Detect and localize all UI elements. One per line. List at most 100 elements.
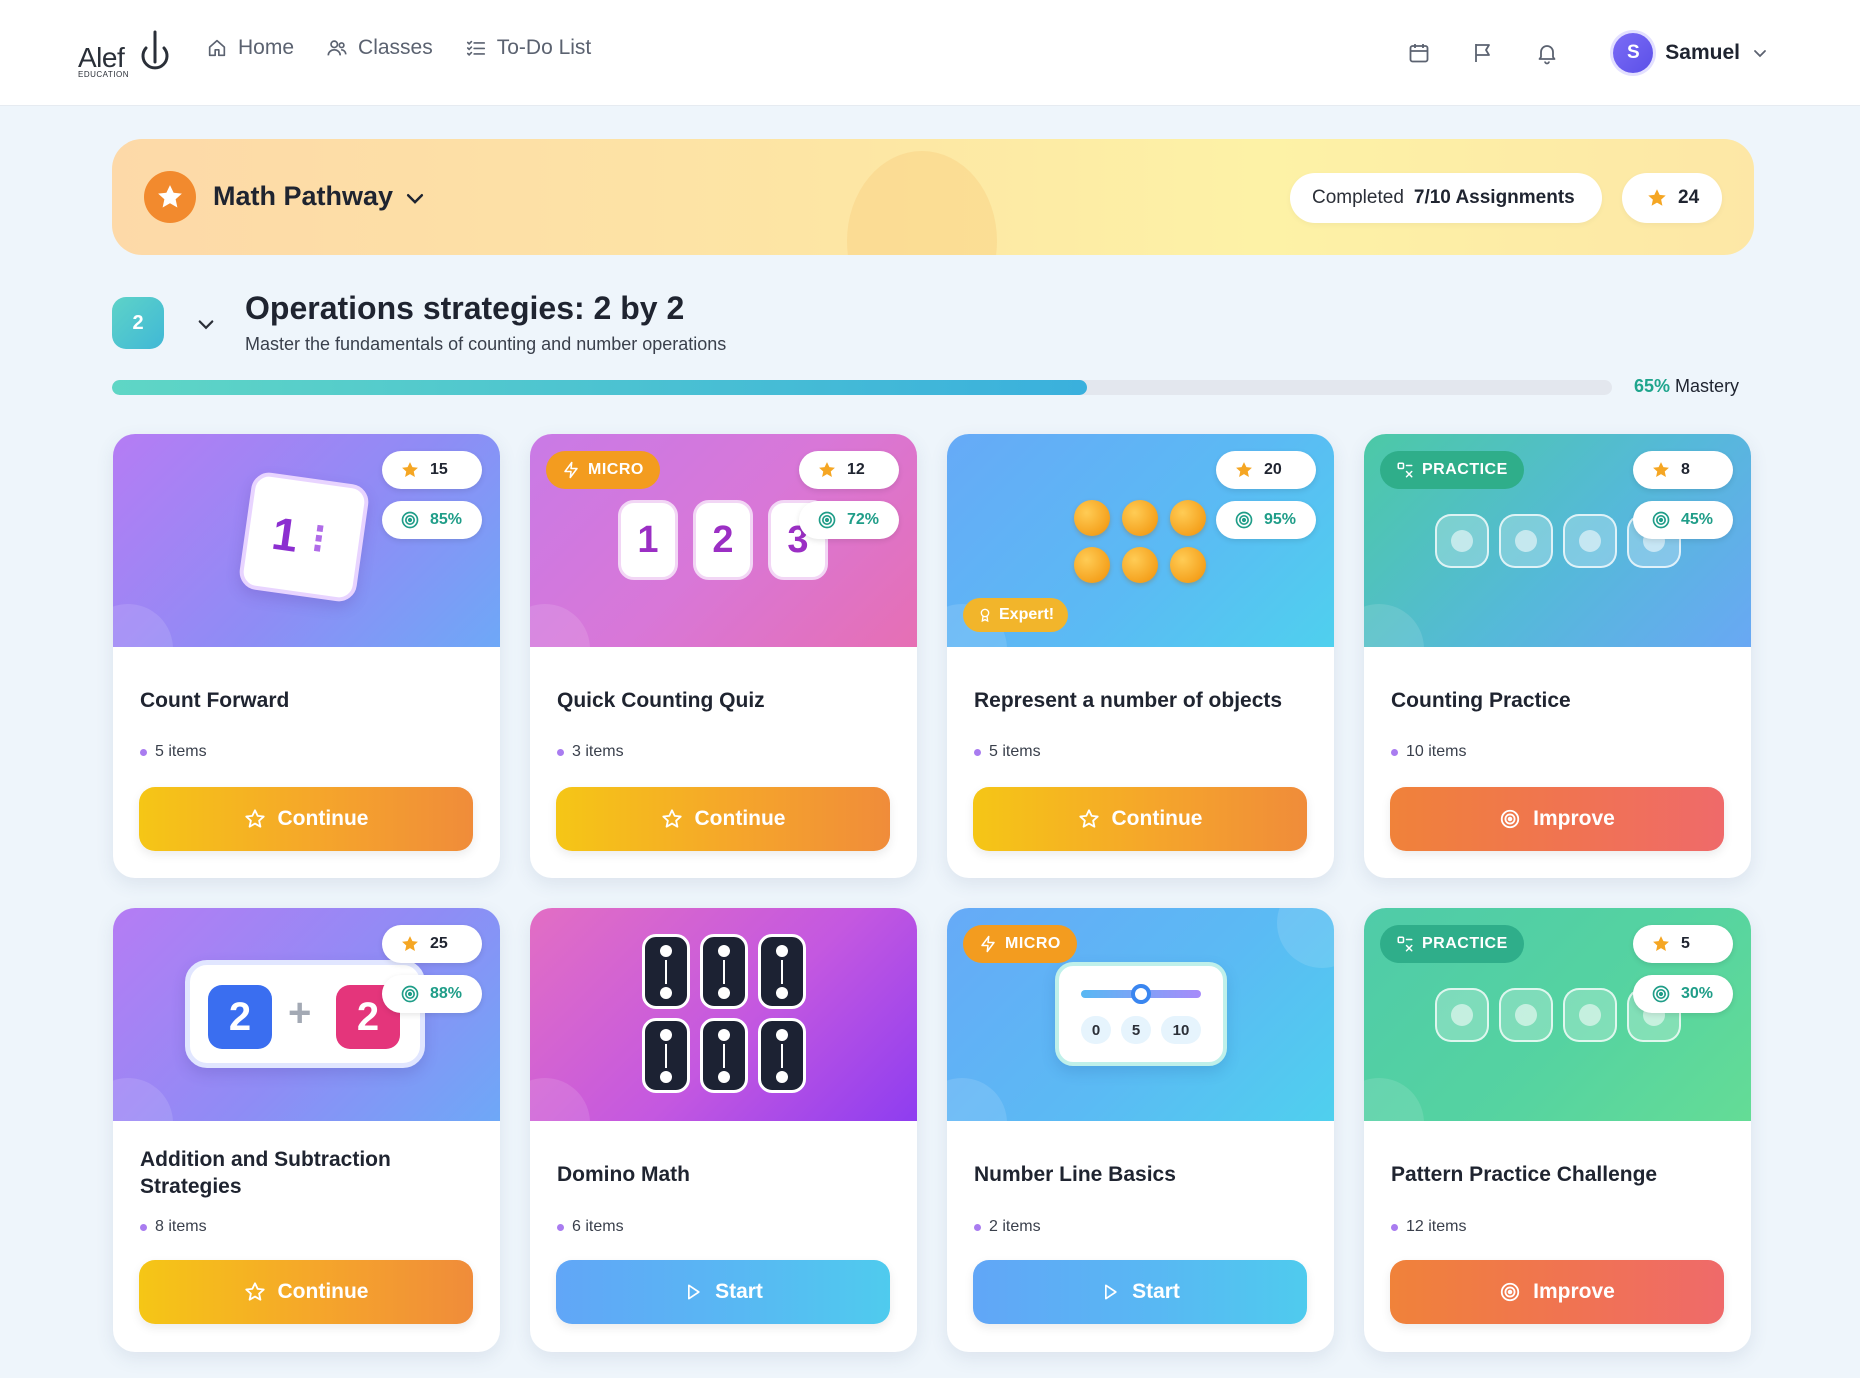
- card-item-count: 10 items: [1391, 743, 1466, 761]
- continue-label: Continue: [1111, 807, 1203, 830]
- number-tile: 2: [693, 500, 753, 580]
- micro-tag-label: MICRO: [1005, 935, 1061, 952]
- star-outline-icon: [661, 809, 682, 828]
- card-item-count: 3 items: [557, 743, 624, 761]
- completed-value: 7/10 Assignments: [1413, 187, 1575, 208]
- number-line-thumb: [1131, 984, 1151, 1004]
- start-button[interactable]: Start: [973, 1260, 1307, 1324]
- play-icon: [688, 1284, 700, 1300]
- accuracy-value: 95%: [1264, 511, 1297, 528]
- item-count-text: 5 items: [155, 743, 207, 760]
- flag-icon: [1475, 44, 1491, 62]
- mastery-progress-fill: [112, 380, 1087, 395]
- mastery-progress-bar: [112, 380, 1612, 395]
- stars-count: 12: [847, 461, 865, 478]
- domino-tile: [758, 934, 806, 1009]
- completed-label: Completed: [1312, 187, 1404, 208]
- hero-decoration: [1364, 1078, 1424, 1121]
- notifications-button[interactable]: [1535, 41, 1559, 65]
- hero-decoration: [113, 1078, 173, 1121]
- continue-button[interactable]: Continue: [973, 787, 1307, 851]
- user-menu[interactable]: S Samuel: [1613, 33, 1768, 73]
- bullet-dot: [974, 748, 981, 756]
- chevron-down-icon: [1754, 50, 1766, 58]
- stars-pill: 15: [382, 451, 482, 489]
- alef-logo[interactable]: Alef EDUCATION: [78, 28, 172, 79]
- nav-home[interactable]: Home: [206, 36, 294, 60]
- pathway-dropdown-icon[interactable]: [404, 187, 426, 209]
- card-hero: Expert! 20 95%: [947, 434, 1334, 647]
- card-hero: 1 ⋮ 15 85%: [113, 434, 500, 647]
- number-line-tick: 10: [1161, 1016, 1201, 1044]
- calendar-icon: [1409, 44, 1429, 63]
- continue-button[interactable]: Continue: [139, 787, 473, 851]
- stars-pill: 25: [382, 925, 482, 963]
- star-icon: [1653, 462, 1669, 477]
- activity-card-count-forward[interactable]: 1 ⋮ 15 85% Count Forward 5 items Continue: [113, 434, 500, 878]
- start-label: Start: [715, 1280, 763, 1303]
- activity-card-counting-practice[interactable]: PRACTICE 8 45% Counting Practice 10 item…: [1364, 434, 1751, 878]
- flag-button[interactable]: [1471, 41, 1495, 65]
- card-item-count: 6 items: [557, 1218, 624, 1236]
- number-line-tick: 0: [1081, 1016, 1111, 1044]
- accuracy-value: 30%: [1681, 985, 1714, 1002]
- level-badge: 2: [112, 297, 164, 349]
- lightning-icon: [564, 461, 578, 479]
- star-icon: [1648, 189, 1666, 206]
- hero-decoration: [530, 604, 590, 647]
- checklist-icon: [466, 40, 485, 57]
- hero-decoration: [530, 1078, 590, 1121]
- stars-pill: 12: [799, 451, 899, 489]
- card-item-count: 5 items: [140, 743, 207, 761]
- activity-card-represent-objects[interactable]: Expert! 20 95% Represent a number of obj…: [947, 434, 1334, 878]
- pathway-title[interactable]: Math Pathway: [213, 181, 393, 212]
- card-title: Count Forward: [140, 689, 290, 712]
- card-hero: PRACTICE 5 30%: [1364, 908, 1751, 1121]
- hero-decoration: [113, 604, 173, 647]
- improve-button[interactable]: Improve: [1390, 787, 1724, 851]
- card-item-count: 12 items: [1391, 1218, 1466, 1236]
- star-icon: [402, 462, 418, 477]
- star-outline-icon: [1078, 809, 1099, 828]
- continue-button[interactable]: Continue: [556, 787, 890, 851]
- pathway-stars-count: 24: [1678, 187, 1700, 208]
- target-icon: [818, 511, 836, 529]
- activity-card-pattern-practice-challenge[interactable]: PRACTICE 5 30% Pattern Practice Challeng…: [1364, 908, 1751, 1352]
- pattern-cell: [1435, 988, 1489, 1042]
- item-count-text: 3 items: [572, 743, 624, 760]
- improve-button[interactable]: Improve: [1390, 1260, 1724, 1324]
- card-hero: [530, 908, 917, 1121]
- nav-todo[interactable]: To-Do List: [465, 36, 591, 60]
- activity-card-number-line-basics[interactable]: 0 5 10 MICRO Number Line Basics 2 items …: [947, 908, 1334, 1352]
- pattern-cell: [1499, 514, 1553, 568]
- activity-card-quick-counting-quiz[interactable]: 1 2 3 MICRO 12 72% Quick Counting Quiz 3…: [530, 434, 917, 878]
- target-icon: [1652, 985, 1670, 1003]
- nav-home-label: Home: [238, 36, 295, 59]
- activity-card-addition-subtraction[interactable]: 2 + 2 25 88% Addition and Subtraction St…: [113, 908, 500, 1352]
- item-count-text: 12 items: [1406, 1218, 1467, 1235]
- pattern-cell: [1435, 514, 1489, 568]
- completed-assignments-pill: Completed 7/10 Assignments: [1290, 173, 1602, 223]
- mastery-percent: 65%: [1634, 376, 1671, 396]
- counter-dot: [1122, 500, 1158, 536]
- nav-classes[interactable]: Classes: [326, 36, 433, 60]
- activity-card-domino-math[interactable]: Domino Math 6 items Start: [530, 908, 917, 1352]
- bullet-dot: [140, 1223, 147, 1231]
- section-collapse-icon[interactable]: [196, 314, 216, 334]
- domino-tile: [642, 934, 690, 1009]
- bullet-dot: [1391, 748, 1398, 756]
- star-icon: [819, 462, 835, 477]
- start-button[interactable]: Start: [556, 1260, 890, 1324]
- stars-count: 20: [1264, 461, 1282, 478]
- accuracy-value: 88%: [430, 985, 463, 1002]
- calendar-button[interactable]: [1407, 41, 1431, 65]
- users-icon: [327, 40, 347, 56]
- bullet-dot: [140, 748, 147, 756]
- star-icon: [1236, 462, 1252, 477]
- logo-subtitle: EDUCATION: [78, 70, 130, 79]
- stars-pill: 8: [1633, 451, 1733, 489]
- improve-label: Improve: [1533, 807, 1615, 830]
- card-title: Pattern Practice Challenge: [1391, 1163, 1658, 1186]
- continue-button[interactable]: Continue: [139, 1260, 473, 1324]
- hero-decoration: [1364, 604, 1424, 647]
